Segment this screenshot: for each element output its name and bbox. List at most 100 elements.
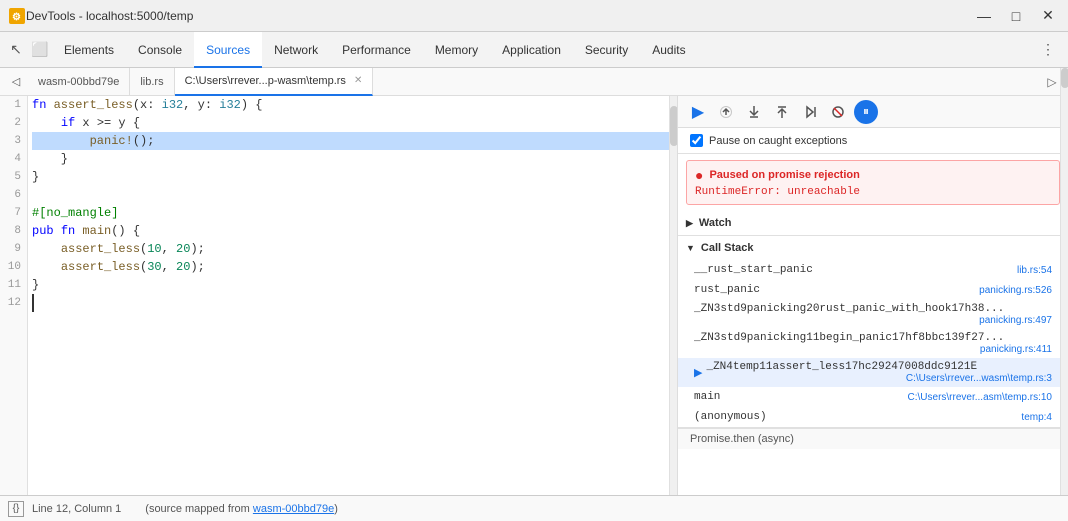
devtools-icon: ⚙ xyxy=(8,7,26,25)
code-line-10: assert_less(30, 20); xyxy=(32,258,673,276)
active-frame-arrow: ▶ xyxy=(694,366,702,379)
status-bar: {} Line 12, Column 1 (source mapped from… xyxy=(0,495,1068,521)
promise-label: Promise.then (async) xyxy=(690,433,794,445)
call-stack-header[interactable]: ▼ Call Stack xyxy=(678,236,1068,260)
editor-scrollbar[interactable] xyxy=(669,96,677,495)
stack-frame-2[interactable]: _ZN3std9panicking20rust_panic_with_hook1… xyxy=(678,300,1068,329)
deactivate-breakpoints-button[interactable] xyxy=(826,100,850,124)
frame-name-0: __rust_start_panic xyxy=(694,264,1009,276)
frame-location-5: C:\Users\rrever...asm\temp.rs:10 xyxy=(908,392,1052,403)
more-tools-icon[interactable]: ⋮ xyxy=(1036,38,1060,62)
promise-row: Promise.then (async) xyxy=(678,428,1068,449)
stack-frame-1[interactable]: rust_panicpanicking.rs:526 xyxy=(678,280,1068,300)
source-tab-wasm[interactable]: wasm-00bbd79e xyxy=(28,68,130,96)
source-map-link[interactable]: wasm-00bbd79e xyxy=(253,503,334,515)
source-file-tabs: ◁ wasm-00bbd79e lib.rs C:\Users\rrever..… xyxy=(0,68,1068,96)
tab-audits[interactable]: Audits xyxy=(640,32,697,68)
resume-button[interactable]: ▶ xyxy=(686,100,710,124)
call-stack-label: Call Stack xyxy=(701,242,754,254)
code-line-3: panic!(); xyxy=(32,132,673,150)
tab-network[interactable]: Network xyxy=(262,32,330,68)
step-into-button[interactable] xyxy=(742,100,766,124)
code-line-7: #[no_mangle] xyxy=(32,204,673,222)
debug-toolbar: ▶ xyxy=(678,96,1068,128)
code-line-1: fn assert_less(x: i32, y: i32) { xyxy=(32,96,673,114)
watch-label: Watch xyxy=(699,217,732,229)
scrollbar-thumb[interactable] xyxy=(670,106,678,146)
frame-name-4: _ZN4temp11assert_less17hc29247008ddc9121… xyxy=(706,361,1052,373)
titlebar: ⚙ DevTools - localhost:5000/temp — □ ✕ xyxy=(0,0,1068,32)
pause-exceptions-row: Pause on caught exceptions xyxy=(678,128,1068,154)
tab-performance[interactable]: Performance xyxy=(330,32,423,68)
close-tab-icon[interactable]: ✕ xyxy=(354,67,362,95)
line-number-5: 5 xyxy=(0,168,27,186)
pause-exceptions-checkbox[interactable] xyxy=(690,134,703,147)
step-out-button[interactable] xyxy=(770,100,794,124)
line-number-9: 9 xyxy=(0,240,27,258)
call-stack-section: ▼ Call Stack __rust_start_paniclib.rs:54… xyxy=(678,236,1068,428)
pause-on-exceptions-button[interactable]: ⏸ xyxy=(854,100,878,124)
line-number-1: 1 xyxy=(0,96,27,114)
cursor-position: Line 12, Column 1 xyxy=(32,503,121,515)
line-number-12: 12 xyxy=(0,294,27,312)
line-number-11: 11 xyxy=(0,276,27,294)
frame-name-1: rust_panic xyxy=(694,284,971,296)
minimize-button[interactable]: — xyxy=(972,4,996,28)
frame-location-4: C:\Users\rrever...wasm\temp.rs:3 xyxy=(706,373,1052,384)
go-back-icon[interactable]: ◁ xyxy=(4,70,28,94)
format-source-icon[interactable]: {} xyxy=(8,501,24,517)
frame-name-6: (anonymous) xyxy=(694,411,1013,423)
right-panel: ▶ xyxy=(678,96,1068,495)
stack-frame-4[interactable]: ▶ _ZN4temp11assert_less17hc29247008ddc912… xyxy=(678,358,1068,387)
line-number-10: 10 xyxy=(0,258,27,276)
tab-security[interactable]: Security xyxy=(573,32,640,68)
error-title: ● Paused on promise rejection xyxy=(695,167,1051,183)
watch-chevron-icon: ▶ xyxy=(686,218,693,229)
line-number-4: 4 xyxy=(0,150,27,168)
stack-frame-5[interactable]: main C:\Users\rrever...asm\temp.rs:10 xyxy=(678,387,1068,407)
source-tab-temprs[interactable]: C:\Users\rrever...p-wasm\temp.rs ✕ xyxy=(175,68,374,96)
line-numbers: 123456789101112 xyxy=(0,96,28,495)
frame-location-3: panicking.rs:411 xyxy=(694,344,1052,355)
tab-console[interactable]: Console xyxy=(126,32,194,68)
code-line-11: } xyxy=(32,276,673,294)
line-number-7: 7 xyxy=(0,204,27,222)
call-stack-frames: __rust_start_paniclib.rs:54rust_panicpan… xyxy=(678,260,1068,427)
code-line-9: assert_less(10, 20); xyxy=(32,240,673,258)
right-scrollbar[interactable] xyxy=(1060,96,1068,495)
window-controls: — □ ✕ xyxy=(972,4,1060,28)
error-detail: RuntimeError: unreachable xyxy=(695,186,1051,198)
right-panel-scroll[interactable]: Pause on caught exceptions ● Paused on p… xyxy=(678,128,1068,495)
source-map-text: (source mapped from wasm-00bbd79e) xyxy=(145,503,338,515)
tab-memory[interactable]: Memory xyxy=(423,32,490,68)
tab-sources[interactable]: Sources xyxy=(194,32,262,68)
watch-header[interactable]: ▶ Watch xyxy=(678,211,1068,235)
step-button[interactable] xyxy=(798,100,822,124)
frame-name-5: main xyxy=(694,391,900,403)
maximize-button[interactable]: □ xyxy=(1004,4,1028,28)
step-over-button[interactable] xyxy=(714,100,738,124)
close-button[interactable]: ✕ xyxy=(1036,4,1060,28)
tab-elements[interactable]: Elements xyxy=(52,32,126,68)
format-icon[interactable]: ▷ xyxy=(1042,72,1062,92)
svg-text:⚙: ⚙ xyxy=(12,12,21,23)
line-number-3: 3 xyxy=(0,132,27,150)
line-number-8: 8 xyxy=(0,222,27,240)
window-title: DevTools - localhost:5000/temp xyxy=(26,9,972,23)
code-line-8: pub fn main() { xyxy=(32,222,673,240)
device-icon[interactable]: ⬜ xyxy=(28,38,52,62)
error-icon: ● xyxy=(695,167,703,183)
main-tabbar: ↖ ⬜ Elements Console Sources Network Per… xyxy=(0,32,1068,68)
source-tab-librs[interactable]: lib.rs xyxy=(130,68,174,96)
tab-application[interactable]: Application xyxy=(490,32,573,68)
inspect-icon[interactable]: ↖ xyxy=(4,38,28,62)
error-box: ● Paused on promise rejection RuntimeErr… xyxy=(686,160,1060,205)
code-editor: 123456789101112 fn assert_less(x: i32, y… xyxy=(0,96,678,495)
stack-frame-3[interactable]: _ZN3std9panicking11begin_panic17hf8bbc13… xyxy=(678,329,1068,358)
main-content: 123456789101112 fn assert_less(x: i32, y… xyxy=(0,96,1068,495)
code-line-12 xyxy=(32,294,673,312)
stack-frame-6[interactable]: (anonymous)temp:4 xyxy=(678,407,1068,427)
stack-frame-0[interactable]: __rust_start_paniclib.rs:54 xyxy=(678,260,1068,280)
watch-section: ▶ Watch xyxy=(678,211,1068,236)
code-content[interactable]: fn assert_less(x: i32, y: i32) { if x >=… xyxy=(28,96,677,495)
